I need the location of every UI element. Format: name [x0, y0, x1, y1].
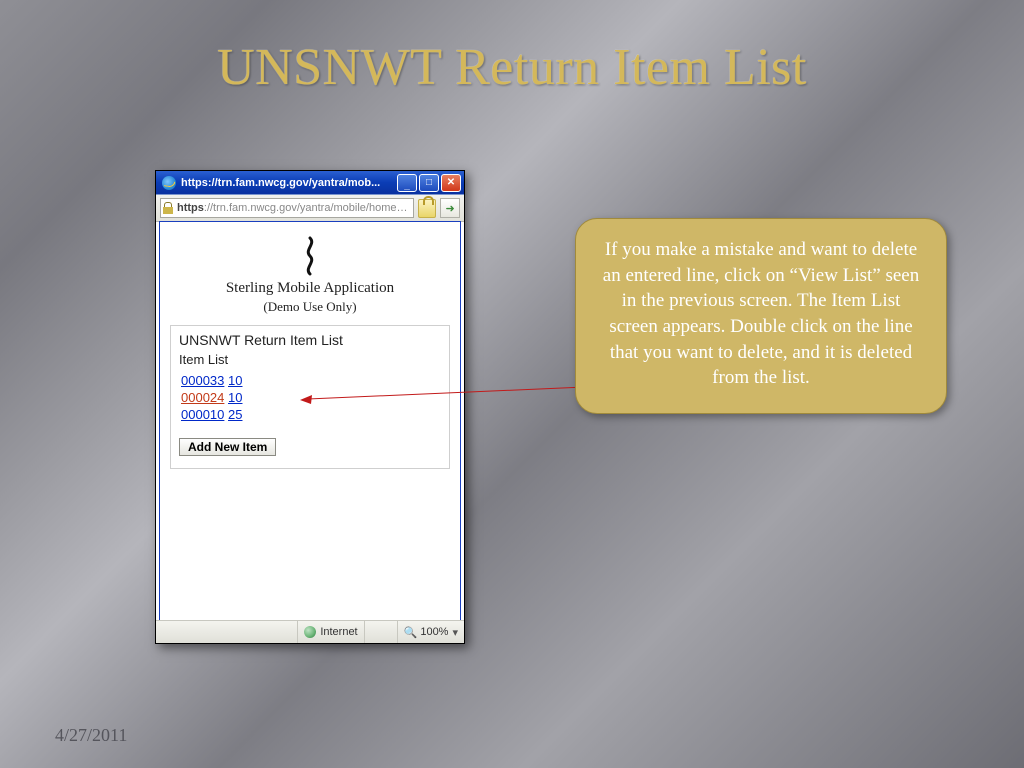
window-buttons: _ □ ✕ — [397, 174, 461, 192]
url-text: ://trn.fam.nwcg.gov/yantra/mobile/home.j… — [204, 202, 410, 214]
app-subtitle: (Demo Use Only) — [160, 299, 460, 315]
close-button[interactable]: ✕ — [441, 174, 461, 192]
maximize-button[interactable]: □ — [419, 174, 439, 192]
item-code-link[interactable]: 000024 — [181, 390, 224, 405]
minimize-button[interactable]: _ — [397, 174, 417, 192]
window-titlebar: https://trn.fam.nwcg.gov/yantra/mob... _… — [156, 171, 464, 194]
item-qty-link[interactable]: 10 — [228, 373, 242, 388]
slide-title: UNSNWT Return Item List — [0, 38, 1024, 97]
slide-date: 4/27/2011 — [55, 725, 127, 746]
app-title: Sterling Mobile Application — [160, 280, 460, 297]
ie-icon — [162, 176, 176, 190]
protected-mode-cell — [364, 621, 397, 643]
page-content: Sterling Mobile Application (Demo Use On… — [159, 221, 461, 621]
app-logo-icon — [298, 236, 322, 276]
chevron-down-icon: ▾ — [452, 626, 458, 639]
item-code-link[interactable]: 000033 — [181, 373, 224, 388]
window-title-text: https://trn.fam.nwcg.gov/yantra/mob... — [181, 177, 397, 189]
status-bar: Internet 🔍 100% ▾ — [156, 620, 464, 643]
zoom-value: 100% — [420, 626, 448, 638]
pointer-arrow — [300, 385, 590, 405]
panel-subheading: Item List — [179, 352, 441, 367]
status-zone: Internet — [297, 621, 363, 643]
browser-window: https://trn.fam.nwcg.gov/yantra/mob... _… — [155, 170, 465, 644]
callout-text: If you make a mistake and want to delete… — [603, 239, 919, 388]
item-code-link[interactable]: 000010 — [181, 407, 224, 422]
url-field[interactable]: https ://trn.fam.nwcg.gov/yantra/mobile/… — [160, 198, 414, 218]
address-bar: https ://trn.fam.nwcg.gov/yantra/mobile/… — [156, 194, 464, 222]
zoom-cell[interactable]: 🔍 100% ▾ — [397, 621, 464, 643]
secure-lock-icon — [418, 199, 437, 218]
panel-heading: UNSNWT Return Item List — [179, 332, 441, 348]
lock-icon — [163, 202, 173, 214]
add-new-item-button[interactable]: Add New Item — [179, 438, 276, 456]
list-item[interactable]: 000010 25 — [181, 407, 441, 422]
go-button[interactable]: ➜ — [440, 198, 460, 218]
zoom-icon: 🔍 — [404, 626, 418, 639]
url-scheme: https — [177, 202, 204, 214]
globe-icon — [304, 626, 316, 638]
instruction-callout: If you make a mistake and want to delete… — [575, 218, 947, 414]
status-zone-text: Internet — [320, 626, 357, 638]
item-qty-link[interactable]: 10 — [228, 390, 242, 405]
app-header: Sterling Mobile Application (Demo Use On… — [160, 222, 460, 315]
item-qty-link[interactable]: 25 — [228, 407, 242, 422]
